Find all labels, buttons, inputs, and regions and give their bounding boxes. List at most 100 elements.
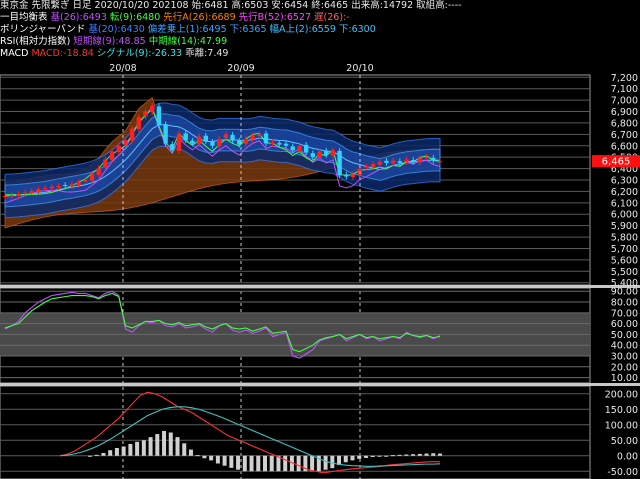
candle-body-64: [431, 157, 436, 161]
price-tick-label-2: 7,000: [611, 96, 638, 107]
macd-tick-label-0: 200.00: [605, 389, 638, 400]
current-price-label: 6,465: [602, 157, 631, 168]
candle-body-44: [297, 145, 302, 151]
rsi-tick-label-1: 80.00: [611, 298, 638, 309]
candle-body-61: [411, 160, 416, 162]
candle-body-50: [337, 150, 342, 176]
macd-histogram-bar-38: [343, 455, 348, 463]
macd-histogram-bar-1: [94, 454, 99, 456]
macd-histogram-bar-27: [269, 455, 274, 472]
macd-histogram-bar-20: [222, 455, 227, 466]
candle-body-59: [397, 161, 403, 163]
date-label-2: 20/10: [346, 63, 373, 74]
candle-body-20: [136, 117, 142, 130]
price-tick-label-10: 6,200: [611, 187, 638, 198]
price-tick-label-1: 7,100: [611, 84, 638, 95]
candle-body-43: [290, 146, 295, 151]
candle-body-46: [310, 153, 316, 158]
price-tick-label-11: 6,100: [611, 198, 638, 209]
candle-body-12: [83, 180, 88, 182]
macd-histogram-bar-49: [417, 453, 422, 456]
candle-body-32: [216, 138, 222, 147]
candle-body-23: [156, 106, 162, 126]
candle-body-58: [390, 160, 396, 164]
candle-body-14: [96, 168, 101, 175]
candle-body-21: [143, 111, 148, 117]
macd-histogram-bar-18: [209, 455, 214, 461]
macd-histogram-bar-42: [370, 455, 375, 457]
macd-histogram-bar-6: [128, 443, 133, 456]
candle-body-9: [63, 185, 68, 187]
price-tick-label-14: 5,800: [611, 233, 638, 244]
candle-body-30: [203, 135, 208, 142]
candle-body-4: [29, 190, 34, 194]
candle-body-54: [364, 166, 369, 168]
price-tick-label-6: 6,600: [611, 141, 638, 152]
macd-histogram-bar-5: [121, 446, 126, 456]
rsi-tick-label-2: 70.00: [611, 308, 638, 319]
macd-histogram-bar-36: [330, 455, 335, 469]
macd-histogram-bar-41: [363, 455, 368, 458]
macd-tick-label-1: 150.00: [605, 405, 638, 416]
candle-body-27: [183, 133, 188, 141]
macd-histogram-bar-17: [202, 455, 207, 459]
candle-body-26: [176, 134, 182, 151]
candle-body-42: [283, 143, 289, 146]
candle-body-15: [103, 159, 108, 168]
macd-histogram-bar-50: [424, 453, 429, 456]
candle-body-6: [42, 187, 48, 189]
date-label-0: 20/08: [109, 63, 136, 74]
macd-histogram-bar-22: [236, 455, 241, 470]
macd-histogram-bar-35: [323, 455, 328, 470]
rsi-tick-label-0: 90.00: [611, 287, 638, 298]
macd-histogram-bar-3: [108, 450, 113, 456]
macd-tick-label-3: 50.00: [611, 436, 638, 447]
candle-body-62: [417, 158, 423, 163]
candle-body-25: [170, 144, 175, 151]
macd-histogram-bar-15: [188, 449, 193, 456]
date-axis-bg: [0, 62, 640, 74]
macd-histogram-bar-47: [404, 454, 409, 456]
macd-histogram-bar-31: [296, 455, 301, 472]
candle-body-31: [210, 141, 215, 146]
macd-histogram-bar-12: [168, 432, 173, 456]
rsi-tick-label-8: 10.00: [611, 373, 638, 384]
price-tick-label-4: 6,800: [611, 118, 638, 129]
price-tick-label-15: 5,700: [611, 244, 638, 255]
macd-histogram-bar-16: [195, 455, 200, 457]
candle-body-24: [163, 124, 168, 144]
candle-body-41: [277, 142, 282, 145]
candle-body-0: [2, 195, 8, 198]
macd-histogram-bar-33: [310, 455, 315, 472]
candle-body-40: [270, 142, 275, 145]
price-tick-label-17: 5,500: [611, 267, 638, 278]
candle-body-52: [350, 174, 356, 178]
macd-histogram-bar-45: [390, 455, 395, 457]
candle-body-51: [344, 174, 349, 177]
candle-body-5: [36, 189, 41, 192]
candle-body-19: [129, 128, 135, 141]
macd-histogram-bar-14: [182, 443, 187, 456]
candle-body-2: [16, 194, 21, 196]
rsi-tick-label-6: 30.00: [611, 352, 638, 363]
candle-body-13: [89, 174, 95, 181]
panel-3-frame: [0, 385, 591, 479]
macd-histogram-bar-13: [175, 437, 180, 456]
chart-area: 7,2007,1007,0006,9006,8006,7006,6006,500…: [0, 62, 640, 479]
candle-body-7: [49, 186, 55, 189]
price-tick-label-12: 6,000: [611, 210, 638, 221]
candle-body-57: [384, 160, 389, 163]
candle-body-10: [69, 184, 75, 187]
candle-body-18: [123, 140, 128, 145]
candle-body-56: [377, 161, 382, 165]
macd-histogram-bar-11: [162, 430, 167, 456]
macd-histogram-bar-51: [431, 453, 436, 456]
macd-histogram-bar-43: [377, 455, 382, 457]
macd-histogram-bar-25: [256, 455, 261, 472]
price-tick-label-5: 6,700: [611, 130, 638, 141]
candle-body-38: [257, 134, 262, 137]
rsi-tick-label-7: 20.00: [611, 362, 638, 373]
candle-body-28: [190, 140, 195, 144]
candle-body-11: [76, 182, 81, 185]
macd-histogram-bar-52: [438, 453, 442, 456]
